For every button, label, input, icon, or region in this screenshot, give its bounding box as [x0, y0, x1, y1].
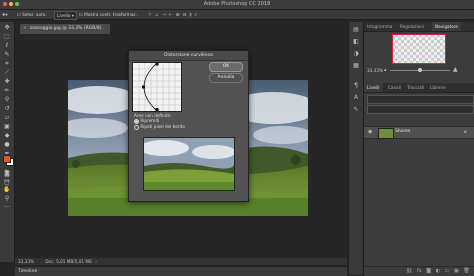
document-tab[interactable]: × zoesoggio.jpg @ 33,3% (RGB/8) — [20, 24, 110, 34]
paragraph-panel-icon[interactable]: ¶ — [352, 82, 360, 90]
delete-layer-icon[interactable]: 🗑︎ — [463, 268, 469, 274]
healing-brush-tool-icon[interactable]: ✚ — [3, 78, 11, 85]
ok-button[interactable]: OK — [209, 62, 243, 72]
tab-paths[interactable]: Tracciati — [404, 83, 427, 92]
layer-name[interactable]: Shores — [395, 129, 410, 134]
tab-libraries[interactable]: Librerie — [427, 83, 449, 92]
dodge-tool-icon[interactable]: ● — [3, 141, 11, 148]
auto-select-value: Livello — [57, 13, 71, 18]
auto-select-label: Selez. auto. — [22, 12, 47, 17]
brushes-panel-icon[interactable]: ✎ — [352, 106, 360, 114]
visibility-eye-icon[interactable]: ◉ — [368, 129, 372, 135]
navigator-view-box[interactable] — [392, 34, 446, 64]
options-bar: ✥▾ ☐ Selez. auto. Livello ▾ ☐ Mostra con… — [0, 10, 474, 20]
zoom-out-icon[interactable]: ▴ — [384, 67, 387, 73]
show-transform-label: Mostra contr. trasformaz. — [84, 12, 137, 17]
repeat-option[interactable]: Ripremdi — [134, 118, 159, 124]
tab-channels[interactable]: Canali — [385, 83, 404, 92]
lock-row — [367, 115, 472, 121]
navigator-zoom-slider[interactable] — [390, 68, 450, 72]
character-panel-icon[interactable]: A — [352, 94, 360, 102]
stamp-tool-icon[interactable]: ⚲ — [3, 96, 11, 103]
panel-icon-strip: ▤ ◧ ◑ ▦ ¶ A ✎ — [348, 22, 363, 275]
timeline-label: Timeline — [18, 269, 38, 274]
fx-icon[interactable]: fx — [417, 268, 422, 274]
hand-tool-icon[interactable]: ✋ — [3, 186, 11, 193]
blend-mode-bar[interactable] — [367, 105, 474, 114]
status-bar: 33,33% Doc: 5,01 MB/5,01 MB › — [15, 258, 347, 265]
repeat-radio[interactable] — [134, 118, 139, 124]
marquee-tool-icon[interactable]: ⬚ — [3, 33, 11, 40]
foreground-color-swatch[interactable] — [3, 155, 11, 163]
panels-dock: Istogramma Regolazioni Navigatore 33,33%… — [363, 22, 474, 276]
new-group-icon[interactable]: ▭ — [445, 268, 450, 274]
history-brush-tool-icon[interactable]: ↺ — [3, 105, 11, 112]
preview-photo — [144, 138, 234, 190]
tab-navigator[interactable]: Navigatore — [432, 22, 461, 31]
auto-select-checkbox[interactable]: ☐ Selez. auto. — [17, 11, 47, 18]
add-mask-icon[interactable]: ◙ — [426, 268, 431, 274]
repeat-option-label: Ripremdi — [140, 118, 160, 123]
layer-filter-bar[interactable] — [367, 95, 474, 104]
move-tool-icon[interactable]: ✥ — [3, 24, 11, 31]
swatches-panel-icon[interactable]: ▦ — [352, 62, 360, 70]
eraser-tool-icon[interactable]: ▱ — [3, 114, 11, 121]
layer-thumbnail — [378, 128, 394, 139]
tab-adjustments[interactable]: Regolazioni — [397, 22, 427, 31]
eyedropper-tool-icon[interactable]: ⟋ — [3, 69, 11, 76]
brush-tool-icon[interactable]: ✏ — [3, 87, 11, 94]
toolbox: ✥ ⬚ ℓ ✎ ⌗ ⟋ ✚ ✏ ⚲ ↺ ▱ ▣ ◆ ● ✒ T ➤ ▭ ✋ ⚲ … — [0, 22, 15, 262]
tab-histogram[interactable]: Istogramma — [364, 22, 395, 31]
new-layer-icon[interactable]: ▣ — [454, 268, 459, 274]
link-layers-icon[interactable]: ⛓ — [406, 268, 412, 274]
app-title: Adobe Photoshop CC 2018 — [203, 1, 271, 7]
curve-grid[interactable] — [132, 62, 182, 112]
doc-info[interactable]: Doc: 5,01 MB/5,01 MB — [45, 259, 92, 264]
navigator-thumbnail[interactable] — [392, 34, 446, 64]
dialog-title: Distorsione curvilinea — [129, 51, 248, 61]
close-document-icon[interactable]: × — [23, 26, 27, 31]
screen-mode-icon[interactable]: ▢ — [3, 179, 11, 186]
show-transform-checkbox[interactable]: ☐ Mostra contr. trasformaz. — [79, 11, 137, 18]
edge-pixels-radio[interactable] — [134, 124, 139, 130]
window-titlebar: Adobe Photoshop CC 2018 — [0, 0, 474, 10]
gradient-tool-icon[interactable]: ▣ — [3, 123, 11, 130]
auto-select-dropdown[interactable]: Livello ▾ — [54, 11, 77, 20]
properties-panel-icon[interactable]: ◧ — [352, 38, 360, 46]
align-icons[interactable]: ⊤ ⊥ ⊣ ⊢ ⊞ ⊟ ⫼ ⫽ — [148, 11, 198, 18]
navigator-zoom-handle[interactable] — [418, 68, 422, 72]
dialog-preview — [143, 137, 235, 191]
edge-pixels-option-label: Ripeti pixel del bordo — [140, 124, 185, 129]
curvilinear-distortion-dialog: Distorsione curvilinea OK Annulla Aree n… — [128, 50, 249, 202]
layer-panel-tabs: Livelli Canali Tracciati Librerie — [364, 83, 474, 93]
lock-icon: 🔒︎ — [464, 129, 467, 135]
history-panel-icon[interactable]: ▤ — [352, 26, 360, 34]
more-tools-icon[interactable]: ··· — [3, 204, 11, 211]
crop-tool-icon[interactable]: ⌗ — [3, 60, 11, 67]
edge-pixels-option[interactable]: Ripeti pixel del bordo — [134, 124, 185, 130]
adjustment-layer-icon[interactable]: ◐ — [436, 268, 440, 274]
curve-graph — [133, 62, 181, 112]
zoom-readout[interactable]: 33,33% — [18, 259, 34, 264]
layer-row[interactable]: ◉ Shores 🔒︎ — [364, 126, 474, 139]
top-panel-tabs: Istogramma Regolazioni Navigatore — [364, 22, 474, 32]
navigator-zoom-readout[interactable]: 33,33% — [367, 68, 383, 73]
quick-mask-icon[interactable]: ◙ — [3, 170, 11, 177]
color-panel-icon[interactable]: ◑ — [352, 50, 360, 58]
move-tool-preset-icon[interactable]: ✥▾ — [2, 11, 8, 18]
document-title: zoesoggio.jpg @ 33,3% (RGB/8) — [29, 26, 102, 31]
cancel-button[interactable]: Annulla — [209, 73, 243, 83]
quick-select-tool-icon[interactable]: ✎ — [3, 51, 11, 58]
lasso-tool-icon[interactable]: ℓ — [3, 42, 11, 49]
blur-tool-icon[interactable]: ◆ — [3, 132, 11, 139]
tab-layers[interactable]: Livelli — [364, 83, 383, 92]
status-arrow-icon[interactable]: › — [95, 259, 97, 264]
zoom-tool-icon[interactable]: ⚲ — [3, 195, 11, 202]
zoom-in-icon[interactable]: ▲ — [453, 66, 458, 73]
